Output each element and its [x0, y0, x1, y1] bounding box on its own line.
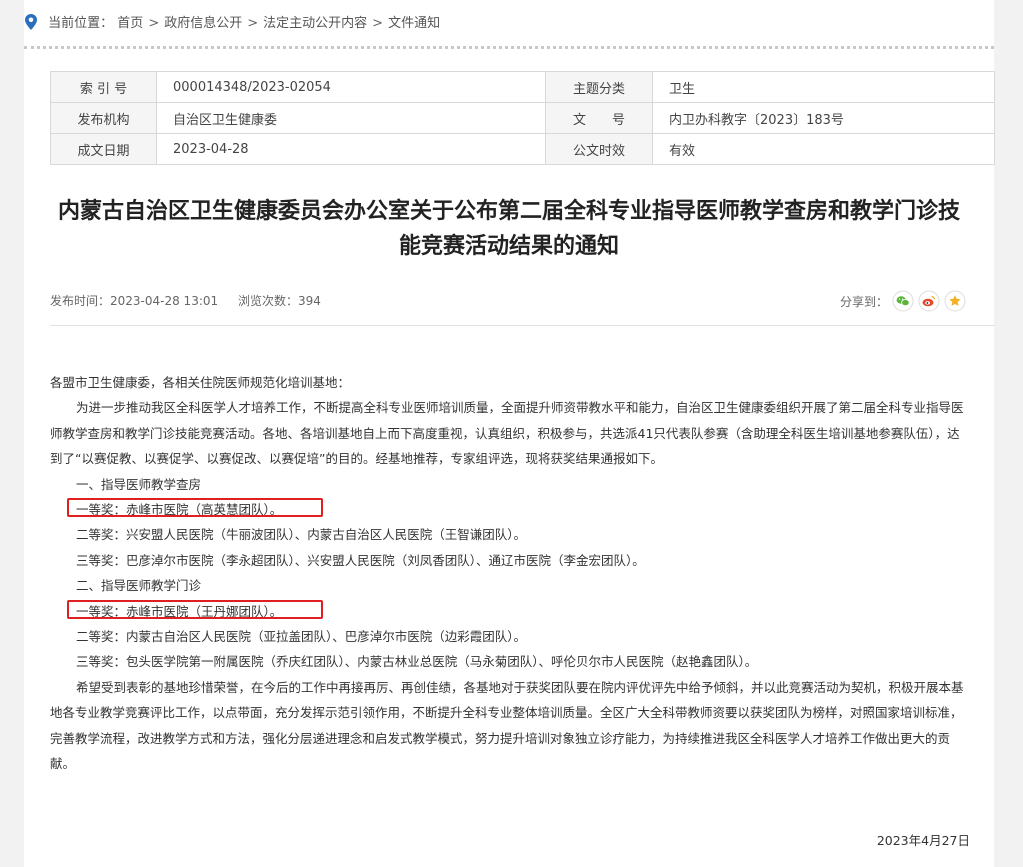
meta-value-validity: 有效 — [652, 133, 995, 165]
award-third-prize-clinic: 三等奖：包头医学院第一附属医院（乔庆红团队）、内蒙古林业总医院（马永菊团队）、呼… — [76, 654, 758, 670]
meta-label-publisher: 发布机构 — [50, 102, 157, 134]
breadcrumb-prefix: 当前位置： — [48, 16, 114, 31]
wechat-icon[interactable] — [892, 290, 914, 312]
article-body: 各盟市卫生健康委，各相关住院医师规范化培训基地： 为进一步推动我区全科医学人才培… — [50, 370, 965, 777]
share-bar: 分享到： — [840, 289, 966, 313]
document-date: 2023年4月27日 — [876, 833, 970, 848]
meta-label-date: 成文日期 — [50, 133, 157, 165]
article-title-line: 内蒙古自治区卫生健康委员会办公室关于公布第二届全科专业指导医师教学查房和教学门诊… — [57, 199, 960, 224]
breadcrumb-home[interactable]: 首页 — [117, 16, 143, 31]
page-container: 当前位置： 首页 > 政府信息公开 > 法定主动公开内容 > 文件通知 索 引 号 0000… — [24, 0, 995, 867]
highlight-box — [67, 599, 323, 619]
section-heading: 二、指导医师教学门诊 — [76, 578, 202, 594]
publish-time: 发布时间：2023-04-28 13:01 — [50, 294, 219, 308]
award-first-prize-rounds: 一等奖：赤峰市医院（高英慧团队）。 — [50, 497, 965, 522]
breadcrumb-statutory[interactable]: 法定主动公开内容 — [263, 16, 367, 31]
breadcrumb: 当前位置： 首页 > 政府信息公开 > 法定主动公开内容 > 文件通知 — [24, 10, 440, 40]
document-meta-table: 索 引 号 000014348/2023-02054 主题分类 卫生 发布机构 … — [50, 71, 995, 165]
meta-label-index: 索 引 号 — [50, 71, 157, 103]
meta-label-validity: 公文时效 — [545, 133, 653, 165]
salutation: 各盟市卫生健康委，各相关住院医师规范化培训基地： — [50, 375, 351, 390]
breadcrumb-separator: > — [247, 16, 259, 31]
meta-value-date: 2023-04-28 — [156, 133, 546, 165]
breadcrumb-separator: > — [148, 16, 160, 31]
article-title: 内蒙古自治区卫生健康委员会办公室关于公布第二届全科专业指导医师教学查房和教学门诊… — [44, 194, 974, 264]
view-count: 浏览次数：394 — [237, 294, 321, 308]
award-third-prize-rounds: 三等奖：巴彦淖尔市医院（李永超团队）、兴安盟人民医院（刘凤香团队）、通辽市医院（… — [76, 552, 645, 568]
breadcrumb-separator: > — [372, 16, 384, 31]
body-paragraph: 为进一步推动我区全科医学人才培养工作，不断提高全科专业医师培训质量，全面提升师资… — [50, 400, 964, 467]
weibo-icon[interactable] — [918, 290, 940, 312]
meta-row: 成文日期 2023-04-28 公文时效 有效 — [50, 133, 995, 165]
highlight-box — [67, 498, 323, 518]
meta-value-category: 卫生 — [652, 71, 995, 103]
body-paragraph: 希望受到表彰的基地珍惜荣誉，在今后的工作中再接再厉、再创佳绩，各基地对于获奖团队… — [50, 679, 964, 772]
content-divider — [50, 325, 995, 326]
meta-value-doc-number: 内卫办科教字〔2023〕183号 — [652, 102, 995, 134]
meta-label-doc-number: 文 号 — [545, 102, 653, 134]
breadcrumb-gov-info[interactable]: 政府信息公开 — [164, 16, 242, 31]
star-icon[interactable] — [944, 290, 966, 312]
share-label: 分享到： — [839, 294, 888, 309]
meta-row: 发布机构 自治区卫生健康委 文 号 内卫办科教字〔2023〕183号 — [50, 102, 995, 134]
meta-value-index: 000014348/2023-02054 — [156, 71, 546, 103]
article-title-line: 能竞赛活动结果的通知 — [398, 234, 619, 259]
meta-value-publisher: 自治区卫生健康委 — [156, 102, 546, 134]
meta-label-category: 主题分类 — [545, 71, 653, 103]
breadcrumb-notices[interactable]: 文件通知 — [388, 16, 440, 31]
meta-row: 索 引 号 000014348/2023-02054 主题分类 卫生 — [50, 71, 995, 103]
award-second-prize-clinic: 二等奖：内蒙古自治区人民医院（亚拉盖团队）、巴彦淖尔市医院（边彩霞团队）。 — [76, 629, 527, 645]
location-pin-icon — [25, 14, 37, 30]
award-second-prize-rounds: 二等奖：兴安盟人民医院（牛丽波团队）、内蒙古自治区人民医院（王智谦团队）。 — [76, 527, 527, 543]
award-first-prize-clinic: 一等奖：赤峰市医院（王丹娜团队）。 — [50, 599, 965, 624]
breadcrumb-divider — [24, 46, 994, 49]
section-heading: 一、指导医师教学查房 — [76, 476, 202, 492]
article-info: 发布时间：2023-04-28 13:01 浏览次数：394 — [50, 292, 321, 309]
